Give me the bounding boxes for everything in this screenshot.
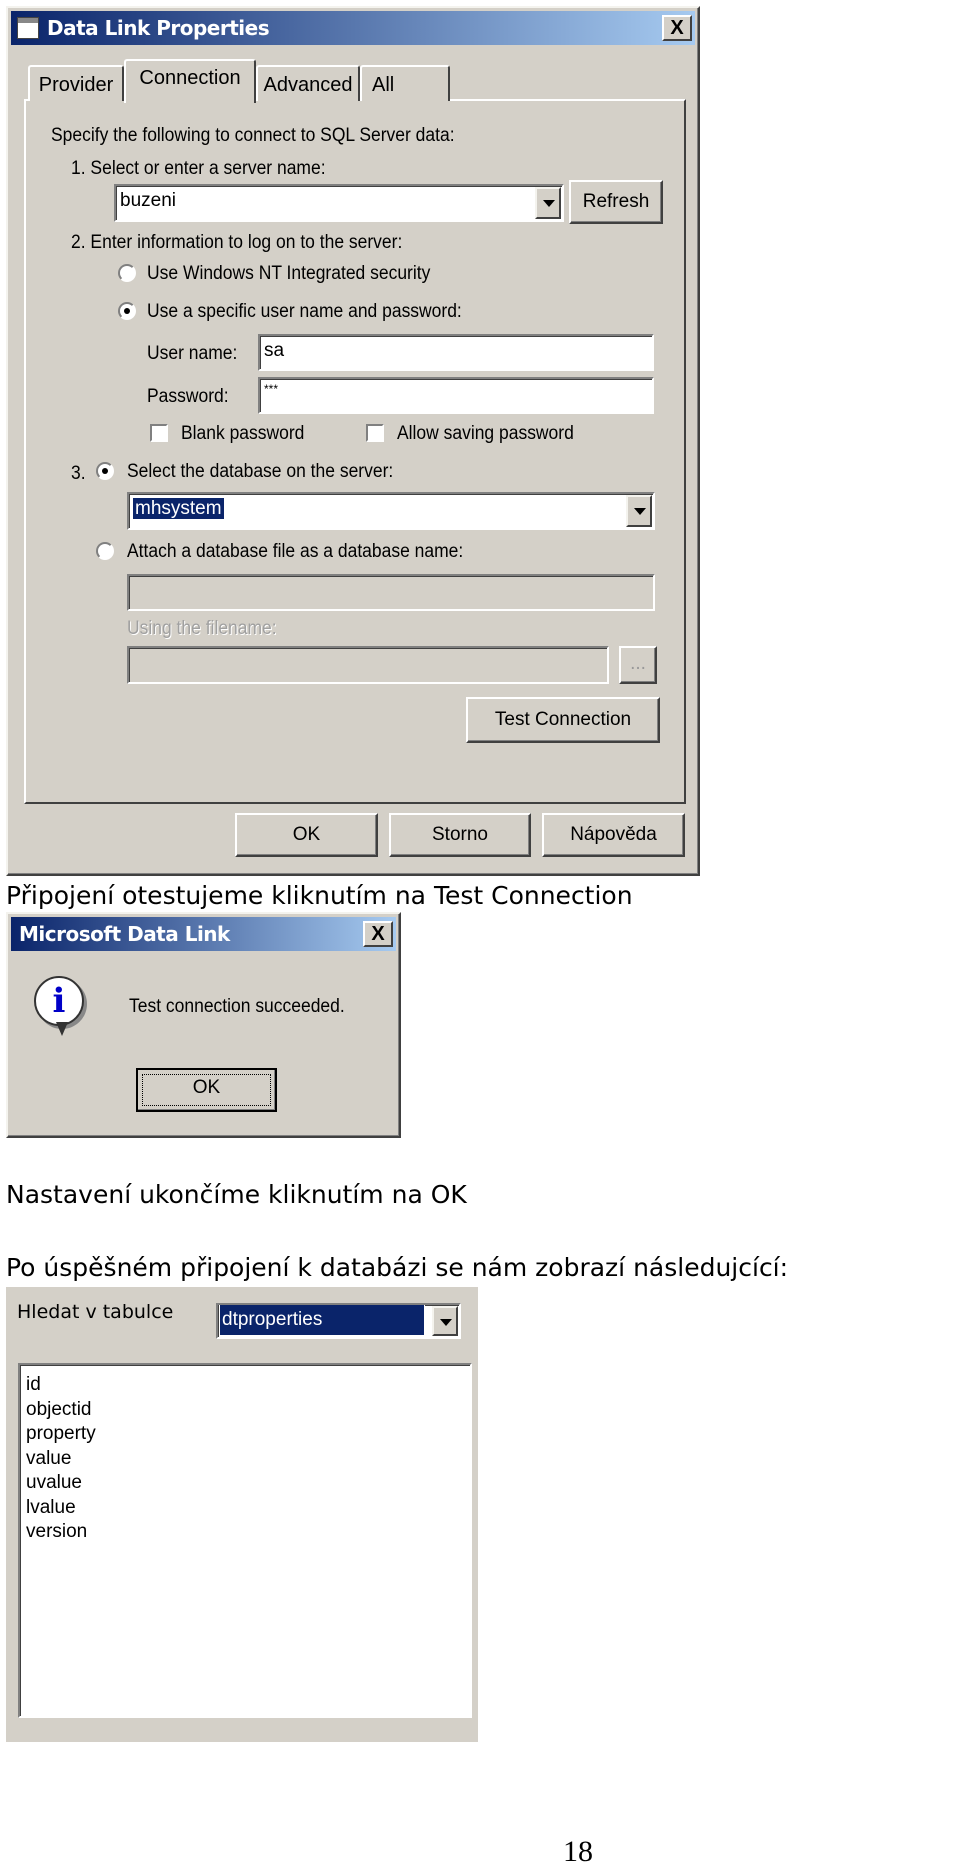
database-value: mhsystem bbox=[133, 498, 224, 519]
using-filename-label: Using the filename: bbox=[127, 618, 277, 639]
chevron-down-icon[interactable] bbox=[626, 495, 652, 527]
filename-input[interactable] bbox=[127, 646, 609, 684]
tab-all[interactable]: All bbox=[360, 65, 450, 101]
storno-button[interactable]: Storno bbox=[389, 813, 531, 857]
step1-label: 1. Select or enter a server name: bbox=[71, 158, 326, 179]
intro-text: Specify the following to connect to SQL … bbox=[51, 125, 455, 146]
list-item[interactable]: objectid bbox=[26, 1398, 464, 1423]
app-icon bbox=[17, 17, 39, 39]
list-item[interactable]: lvalue bbox=[26, 1496, 464, 1521]
browse-button[interactable]: ... bbox=[619, 646, 657, 684]
radio-attach-label: Attach a database file as a database nam… bbox=[127, 541, 464, 562]
refresh-button[interactable]: Refresh bbox=[569, 180, 663, 224]
microsoft-data-link-dialog: Microsoft Data Link X i Test connection … bbox=[6, 912, 401, 1138]
allow-saving-label: Allow saving password bbox=[397, 423, 574, 444]
tab-provider[interactable]: Provider bbox=[28, 65, 124, 101]
caption-result: Po úspěšném připojení k databázi se nám … bbox=[6, 1253, 789, 1282]
table-select[interactable]: dtproperties bbox=[216, 1303, 461, 1339]
dialog-title: Data Link Properties bbox=[47, 16, 270, 40]
blank-password-checkbox[interactable] bbox=[150, 424, 168, 442]
close-button[interactable]: X bbox=[662, 15, 692, 41]
search-table-label: Hledat v tabulce bbox=[17, 1301, 174, 1323]
radio-specific-user[interactable] bbox=[118, 302, 136, 320]
radio-nt-security[interactable] bbox=[118, 264, 136, 282]
list-item[interactable]: value bbox=[26, 1447, 464, 1472]
table-search-panel: Hledat v tabulce dtproperties id objectid… bbox=[6, 1287, 478, 1742]
close-button[interactable]: X bbox=[363, 921, 393, 947]
caption-test-connection: Připojení otestujeme kliknutím na Test C… bbox=[6, 881, 633, 910]
radio-nt-label: Use Windows NT Integrated security bbox=[147, 263, 431, 284]
list-item[interactable]: version bbox=[26, 1520, 464, 1545]
list-item[interactable]: property bbox=[26, 1422, 464, 1447]
message-text: Test connection succeeded. bbox=[129, 996, 345, 1017]
tab-advanced[interactable]: Advanced bbox=[256, 65, 360, 101]
info-icon-tail bbox=[56, 1022, 68, 1036]
caption-finish: Nastavení ukončíme kliknutím na OK bbox=[6, 1180, 467, 1209]
attach-database-name-input[interactable] bbox=[127, 574, 655, 611]
tab-connection[interactable]: Connection bbox=[124, 59, 256, 103]
database-combobox[interactable]: mhsystem bbox=[127, 492, 655, 530]
radio-specific-label: Use a specific user name and password: bbox=[147, 301, 462, 322]
chevron-down-icon[interactable] bbox=[535, 187, 561, 219]
dialog-title: Microsoft Data Link bbox=[19, 922, 230, 946]
step3-label: 3. bbox=[71, 463, 86, 484]
server-name-value: buzeni bbox=[120, 190, 176, 211]
ok-button[interactable]: OK bbox=[235, 813, 378, 857]
server-name-combobox[interactable]: buzeni bbox=[114, 184, 564, 222]
username-input[interactable]: sa bbox=[258, 334, 654, 371]
password-input[interactable]: *** bbox=[258, 377, 654, 414]
data-link-properties-dialog: Data Link Properties X Provider Connecti… bbox=[6, 6, 700, 876]
step2-label: 2. Enter information to log on to the se… bbox=[71, 232, 403, 253]
radio-attach-database[interactable] bbox=[96, 542, 114, 560]
password-label: Password: bbox=[147, 386, 229, 407]
ok-button[interactable]: OK bbox=[136, 1068, 277, 1112]
test-connection-button[interactable]: Test Connection bbox=[466, 697, 660, 743]
allow-saving-checkbox[interactable] bbox=[366, 424, 384, 442]
radio-select-database-label: Select the database on the server: bbox=[127, 461, 394, 482]
list-item[interactable]: id bbox=[26, 1373, 464, 1398]
blank-password-label: Blank password bbox=[181, 423, 305, 444]
radio-select-database[interactable] bbox=[96, 462, 114, 480]
help-button[interactable]: Nápověda bbox=[542, 813, 685, 857]
table-select-value: dtproperties bbox=[219, 1305, 425, 1336]
username-label: User name: bbox=[147, 343, 238, 364]
page-number: 18 bbox=[563, 1835, 593, 1868]
columns-listbox[interactable]: id objectid property value uvalue lvalue versi… bbox=[18, 1363, 472, 1718]
title-bar: Microsoft Data Link bbox=[11, 917, 396, 951]
info-icon: i bbox=[34, 976, 84, 1026]
chevron-down-icon[interactable] bbox=[432, 1306, 458, 1336]
list-item[interactable]: uvalue bbox=[26, 1471, 464, 1496]
title-bar: Data Link Properties bbox=[11, 11, 695, 45]
